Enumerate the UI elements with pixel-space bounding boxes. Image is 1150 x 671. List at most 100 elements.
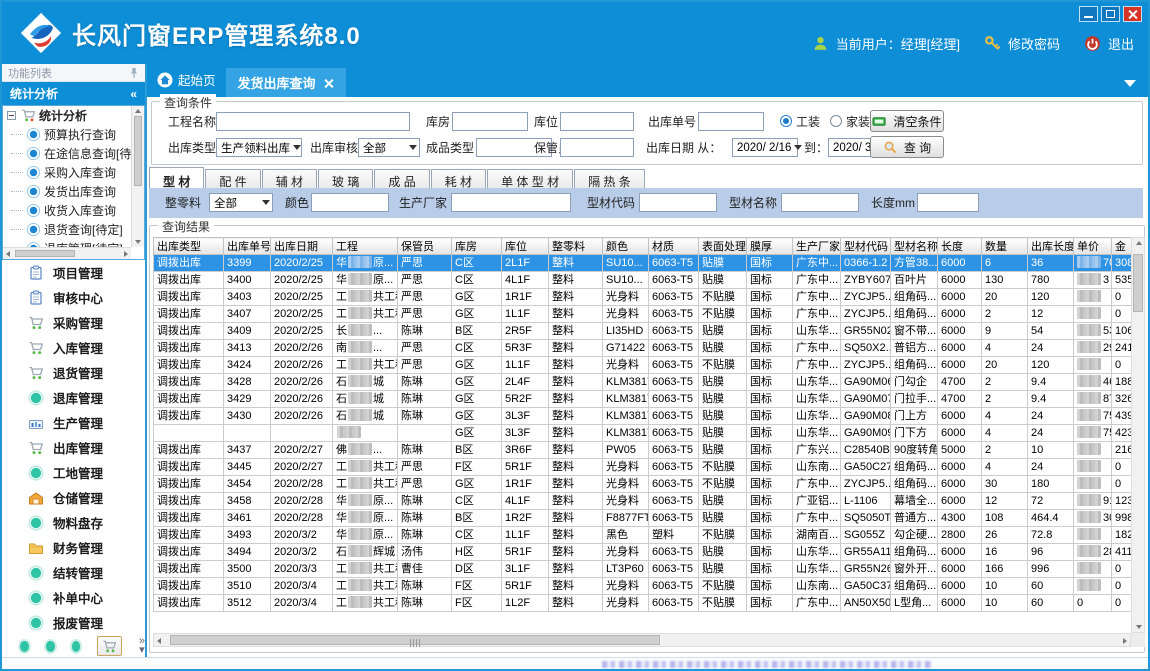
module-cart-button[interactable] [97,636,121,656]
tree-item[interactable]: 预算执行查询 [3,125,131,144]
radio-home-install[interactable] [830,115,842,127]
out-type-dropdown[interactable]: 生产领料出库 [216,138,302,157]
scroll-right-icon[interactable] [124,251,128,257]
date-from-dropdown[interactable]: 2020/ 2/16 [732,138,798,157]
sidebar-item-cart[interactable]: 入库管理 [2,335,145,360]
tab-close-icon[interactable] [324,78,334,88]
table-row[interactable]: 调拨出库34092020/2/25长...陈琳B区2R5F整料LI35HD606… [154,323,1132,340]
table-row[interactable]: 调拨出库34612020/2/28华原...陈琳B区1R2F整料F8877FT6… [154,510,1132,527]
change-password-link[interactable]: 修改密码 [1008,34,1060,53]
sidebar-group-header[interactable]: 统计分析 « [2,82,145,105]
location-input[interactable] [560,112,634,131]
sidebar-item-clipboard[interactable]: 项目管理 [2,260,145,285]
warehouse-input[interactable] [452,112,528,131]
scroll-left-icon[interactable] [6,251,10,257]
column-header[interactable]: 库位 [502,238,549,255]
scroll-right-icon[interactable] [1123,638,1127,644]
scroll-thumb[interactable] [170,635,660,645]
length-input[interactable] [917,193,979,212]
tab-shipment-query[interactable]: 发货出库查询 [226,68,346,97]
scroll-thumb[interactable] [1133,254,1143,312]
table-row[interactable]: 调拨出库34242020/2/26工共工程严思G区1L1F整料光身料6063-T… [154,357,1132,374]
tab-home[interactable]: 起始页 [147,70,226,97]
column-header[interactable]: 长度 [938,238,982,255]
sidebar-item-cart[interactable]: 退货管理 [2,360,145,385]
table-row[interactable]: 调拨出库34452020/2/27工共工程严思F区5R1F整料光身料6063-T… [154,459,1132,476]
column-header[interactable]: 材质 [649,238,699,255]
more-modules-chevron[interactable]: »▾ [139,637,145,655]
project-name-input[interactable] [216,112,410,131]
scroll-down-icon[interactable] [1136,625,1142,629]
scroll-left-icon[interactable] [157,638,161,644]
sidebar-item-dot[interactable]: 补单中心 [2,585,145,610]
module-dot-icon[interactable] [46,641,55,652]
color-input[interactable] [311,193,389,212]
scroll-down-icon[interactable] [135,240,141,244]
module-dot-icon[interactable] [20,641,29,652]
table-row[interactable]: 调拨出库35102020/3/4工共工程陈琳F区5R1F整料光身料6063-T5… [154,578,1132,595]
module-dot-icon[interactable] [72,641,81,652]
column-header[interactable]: 膜厚 [747,238,793,255]
tree-item[interactable]: 发货出库查询 [3,182,131,201]
column-header[interactable]: 出库类型 [154,238,224,255]
column-header[interactable]: 出库长度 [1028,238,1074,255]
column-header[interactable]: 生产厂家 [793,238,841,255]
column-header[interactable]: 数量 [982,238,1028,255]
column-header[interactable]: 保管员 [398,238,452,255]
table-row[interactable]: 调拨出库35122020/3/4工共工程陈琳F区1L2F整料光身料6063-T5… [154,595,1132,612]
maximize-button[interactable] [1101,6,1120,22]
sidebar-item-warehouse[interactable]: 仓储管理 [2,485,145,510]
column-header[interactable]: 库房 [452,238,502,255]
scroll-thumb[interactable] [15,250,75,257]
clear-conditions-button[interactable]: 清空条件 [870,110,944,132]
sidebar-item-dot[interactable]: 物料盘存 [2,510,145,535]
collapse-icon[interactable]: « [130,87,137,101]
column-header[interactable]: 表面处理 [699,238,747,255]
column-header[interactable]: 整零料 [549,238,603,255]
sidebar-item-cart[interactable]: 采购管理 [2,310,145,335]
scroll-up-icon[interactable] [135,109,141,113]
radio-work-install[interactable] [780,115,792,127]
tree-root[interactable]: 统计分析 [3,106,131,125]
tree-horizontal-scrollbar[interactable] [3,247,131,259]
search-button[interactable]: 查 询 [870,136,944,158]
tree-item[interactable]: 采购入库查询 [3,163,131,182]
table-row[interactable]: 调拨出库34932020/3/2华原...陈琳C区1L1F整料黑色塑料不贴膜国标… [154,527,1132,544]
column-header[interactable]: 颜色 [603,238,649,255]
scroll-thumb[interactable] [134,116,142,186]
table-row[interactable]: 调拨出库34072020/2/25工共工程严思G区1L1F整料光身料6063-T… [154,306,1132,323]
table-row[interactable]: 调拨出库34372020/2/27佛...陈琳B区3R6F整料PW056063-… [154,442,1132,459]
scroll-up-icon[interactable] [1136,241,1142,245]
table-row[interactable]: 调拨出库34132020/2/26南...严思C区5R3F整料G71422606… [154,340,1132,357]
table-row[interactable]: 调拨出库34002020/2/25华原...严思C区4L1F整料SU10...6… [154,272,1132,289]
sidebar-item-dot[interactable]: 退库管理 [2,385,145,410]
table-row[interactable]: G区3L3F整料KLM38176063-T5贴膜国标山东华...GA90M09.… [154,425,1132,442]
sidebar-item-clipboard[interactable]: 审核中心 [2,285,145,310]
tree-collapse-icon[interactable] [7,111,16,120]
column-header[interactable]: 出库日期 [271,238,333,255]
table-row[interactable]: 调拨出库34302020/2/26石城陈琳G区3L3F整料KLM38176063… [154,408,1132,425]
tree-item[interactable]: 退货查询[待定] [3,220,131,239]
tab-list-dropdown-icon[interactable] [1124,80,1136,87]
table-row[interactable]: 调拨出库34032020/2/25工共工程严思G区1R1F整料光身料6063-T… [154,289,1132,306]
sidebar-item-dot[interactable]: 报废管理 [2,610,145,635]
logout-link[interactable]: 退出 [1108,34,1134,53]
sidebar-item-dot[interactable]: 工地管理 [2,460,145,485]
sidebar-item-chart[interactable]: 生产管理 [2,410,145,435]
sidebar-item-folder[interactable]: 财务管理 [2,535,145,560]
column-header[interactable]: 型材代码 [841,238,891,255]
audit-dropdown[interactable]: 全部 [358,138,420,157]
profile-name-input[interactable] [781,193,859,212]
table-row[interactable]: 调拨出库35002020/3/3工共工程曹佳D区3L1F整料LT3P606063… [154,561,1132,578]
tree-item[interactable]: 在途信息查询[待 [3,144,131,163]
order-no-input[interactable] [698,112,764,131]
table-horizontal-scrollbar[interactable] [153,633,1131,647]
sidebar-item-cart[interactable]: 出库管理 [2,435,145,460]
pin-icon[interactable] [129,67,139,79]
table-row[interactable]: 调拨出库34582020/2/28华原...陈琳C区4L1F整料光身料6063-… [154,493,1132,510]
table-row[interactable]: 调拨出库33992020/2/25华原...严思C区2L1F整料SU10...6… [154,255,1132,272]
sidebar-item-dot[interactable]: 结转管理 [2,560,145,585]
table-vertical-scrollbar[interactable] [1131,237,1145,633]
tree-item[interactable]: 退库管理[待定] [3,239,131,247]
column-header[interactable]: 型材名称 [891,238,938,255]
